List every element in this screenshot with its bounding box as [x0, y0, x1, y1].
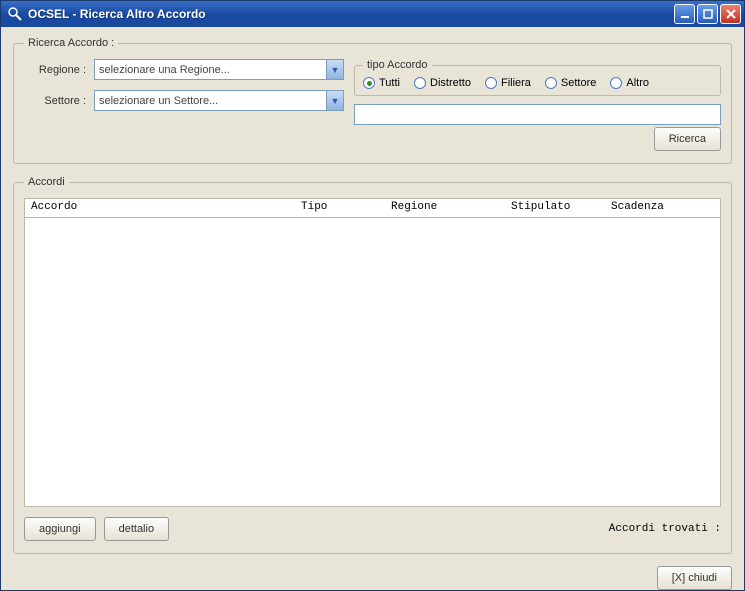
tipo-radio-tutti[interactable]: Tutti [363, 77, 400, 89]
regione-combo-value: selezionare una Regione... [99, 64, 230, 76]
col-tipo[interactable]: Tipo [295, 199, 385, 217]
filter-input[interactable] [354, 104, 721, 125]
chevron-down-icon: ▼ [326, 60, 343, 79]
search-group-legend: Ricerca Accordo : [24, 37, 118, 49]
col-regione[interactable]: Regione [385, 199, 505, 217]
chevron-down-icon: ▼ [326, 91, 343, 110]
table-header: Accordo Tipo Regione Stipulato Scadenza [24, 198, 721, 218]
radio-label: Distretto [430, 77, 471, 89]
app-icon [7, 6, 23, 22]
accordi-group: Accordi Accordo Tipo Regione Stipulato S… [13, 176, 732, 554]
accordi-table: Accordo Tipo Regione Stipulato Scadenza [24, 198, 721, 507]
dettaglio-button[interactable]: dettalio [104, 517, 169, 541]
radio-icon [485, 77, 497, 89]
tipo-radio-settore[interactable]: Settore [545, 77, 596, 89]
radio-label: Settore [561, 77, 596, 89]
table-body[interactable] [24, 218, 721, 507]
maximize-button[interactable] [697, 4, 718, 24]
col-accordo[interactable]: Accordo [25, 199, 295, 217]
maximize-icon [703, 9, 713, 19]
radio-icon [363, 77, 375, 89]
chiudi-button[interactable]: [X] chiudi [657, 566, 732, 590]
tipo-radio-filiera[interactable]: Filiera [485, 77, 531, 89]
radio-icon [545, 77, 557, 89]
accordi-group-legend: Accordi [24, 176, 69, 188]
minimize-icon [680, 9, 690, 19]
window-title: OCSEL - Ricerca Altro Accordo [28, 7, 674, 21]
col-stipulato[interactable]: Stipulato [505, 199, 605, 217]
ricerca-button[interactable]: Ricerca [654, 127, 721, 151]
window-controls [674, 4, 741, 24]
radio-label: Altro [626, 77, 649, 89]
close-button[interactable] [720, 4, 741, 24]
radio-label: Tutti [379, 77, 400, 89]
titlebar[interactable]: OCSEL - Ricerca Altro Accordo [1, 1, 744, 27]
app-window: OCSEL - Ricerca Altro Accordo Ricerca Ac… [0, 0, 745, 591]
accordi-trovati-label: Accordi trovati : [609, 523, 721, 535]
tipo-radio-distretto[interactable]: Distretto [414, 77, 471, 89]
regione-combo[interactable]: selezionare una Regione... ▼ [94, 59, 344, 80]
settore-combo-value: selezionare un Settore... [99, 95, 218, 107]
search-group: Ricerca Accordo : Regione : selezionare … [13, 37, 732, 164]
regione-label: Regione : [24, 64, 86, 76]
client-area: Ricerca Accordo : Regione : selezionare … [1, 27, 744, 590]
radio-label: Filiera [501, 77, 531, 89]
tipo-accordo-group: tipo Accordo Tutti Distretto Filiera Settor… [354, 59, 721, 96]
aggiungi-button[interactable]: aggiungi [24, 517, 96, 541]
radio-icon [414, 77, 426, 89]
tipo-accordo-legend: tipo Accordo [363, 59, 432, 71]
col-scadenza[interactable]: Scadenza [605, 199, 720, 217]
settore-combo[interactable]: selezionare un Settore... ▼ [94, 90, 344, 111]
tipo-radio-altro[interactable]: Altro [610, 77, 649, 89]
minimize-button[interactable] [674, 4, 695, 24]
settore-label: Settore : [24, 95, 86, 107]
radio-icon [610, 77, 622, 89]
close-icon [726, 9, 736, 19]
